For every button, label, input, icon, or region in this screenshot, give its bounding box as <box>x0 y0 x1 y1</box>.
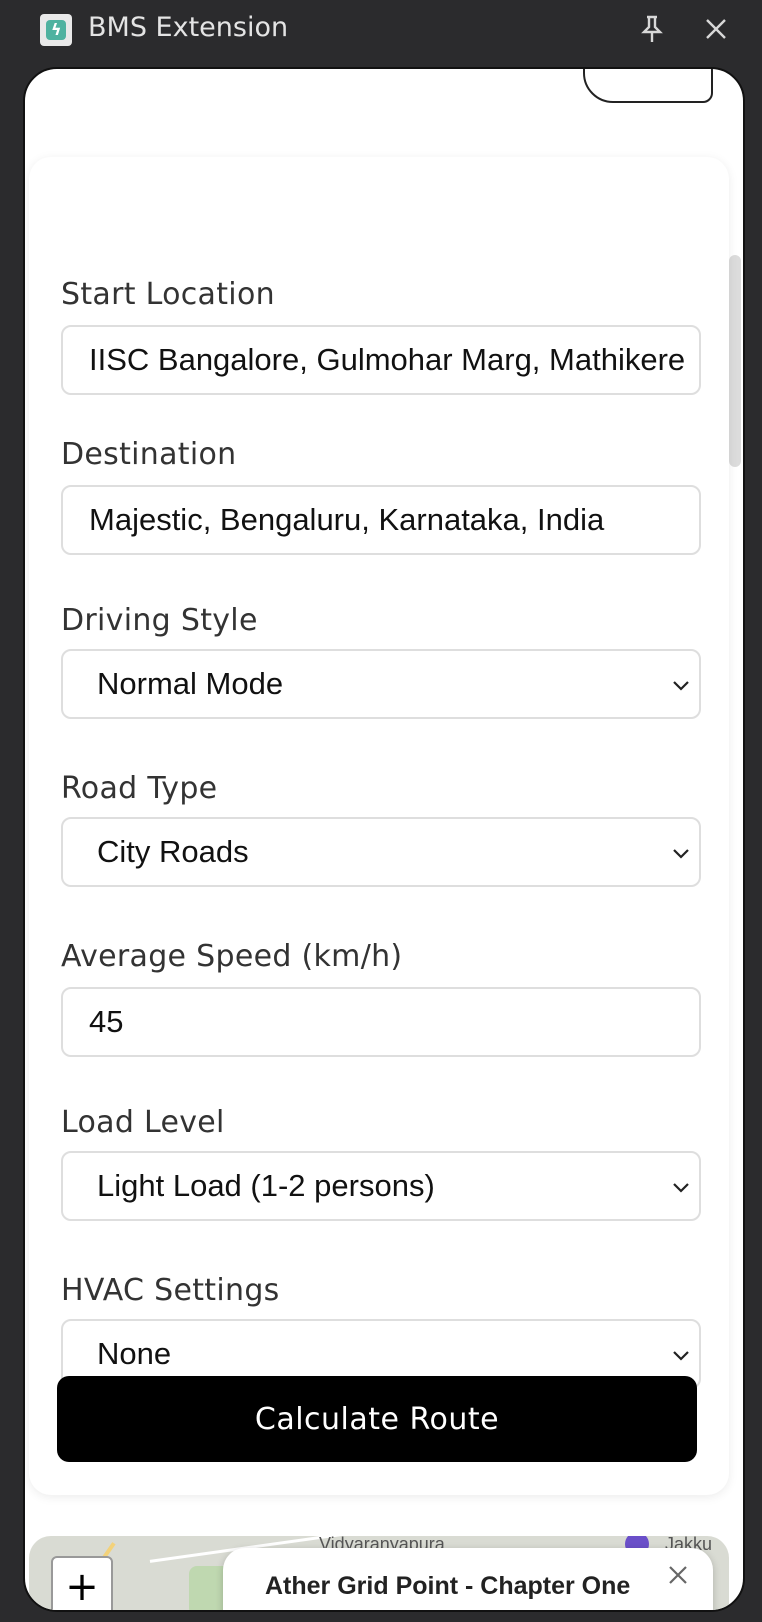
chevron-down-icon <box>673 849 689 859</box>
chevron-down-icon <box>673 1183 689 1193</box>
pin-icon <box>641 15 663 42</box>
road-type-label: Road Type <box>61 771 218 806</box>
start-location-label: Start Location <box>61 277 275 312</box>
title-bar: ϟ BMS Extension <box>0 0 762 58</box>
window-title: BMS Extension <box>88 12 289 43</box>
close-window-button[interactable] <box>699 12 733 46</box>
app-icon: ϟ <box>40 14 72 46</box>
close-icon[interactable] <box>667 1564 689 1586</box>
hvac-value: None <box>97 1336 172 1371</box>
destination-input[interactable]: Majestic, Bengaluru, Karnataka, India <box>61 485 701 555</box>
calculate-route-button[interactable]: Calculate Route <box>57 1376 697 1462</box>
close-icon <box>706 19 726 39</box>
driving-style-label: Driving Style <box>61 603 258 638</box>
load-level-value: Light Load (1-2 persons) <box>97 1168 435 1203</box>
start-location-input[interactable]: IISC Bangalore, Gulmohar Marg, Mathikere <box>61 325 701 395</box>
load-level-label: Load Level <box>61 1105 225 1140</box>
route-map[interactable]: Vidyaranyapura Jakku + Ather Grid Point … <box>29 1536 729 1610</box>
road-type-value: City Roads <box>97 834 249 869</box>
pin-button[interactable] <box>635 12 669 46</box>
popup-title: Ather Grid Point - Chapter One <box>265 1572 631 1600</box>
road-type-select[interactable]: City Roads <box>61 817 701 887</box>
extension-panel: Start Location IISC Bangalore, Gulmohar … <box>23 67 745 1612</box>
driving-style-select[interactable]: Normal Mode <box>61 649 701 719</box>
load-level-select[interactable]: Light Load (1-2 persons) <box>61 1151 701 1221</box>
destination-label: Destination <box>61 437 237 472</box>
route-form-card: Start Location IISC Bangalore, Gulmohar … <box>29 157 729 1495</box>
zoom-in-button[interactable]: + <box>51 1556 113 1610</box>
map-popup: Ather Grid Point - Chapter One <box>223 1548 713 1610</box>
hvac-label: HVAC Settings <box>61 1273 280 1308</box>
chevron-down-icon <box>673 681 689 691</box>
top-tab[interactable] <box>583 69 713 103</box>
chevron-down-icon <box>673 1351 689 1361</box>
average-speed-label: Average Speed (km/h) <box>61 939 403 974</box>
scrollbar-thumb[interactable] <box>729 255 741 467</box>
average-speed-input[interactable]: 45 <box>61 987 701 1057</box>
driving-style-value: Normal Mode <box>97 666 284 701</box>
